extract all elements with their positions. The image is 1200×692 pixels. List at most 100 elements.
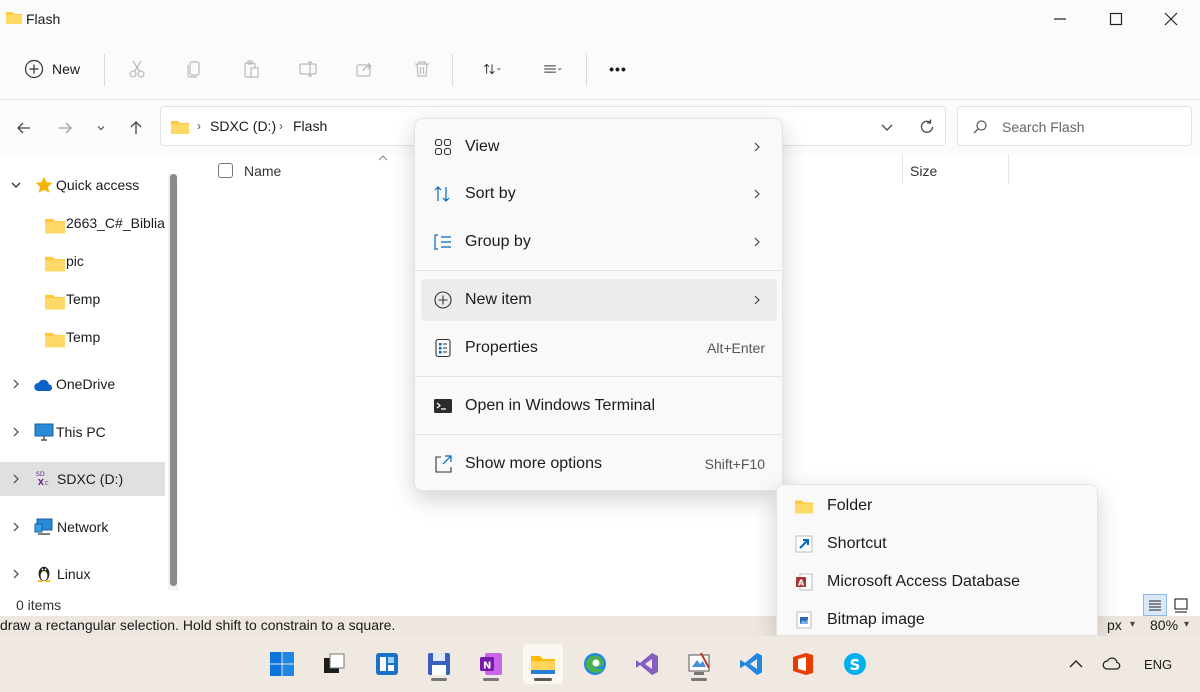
paste-button[interactable] — [234, 54, 268, 84]
vscode-icon — [740, 653, 762, 675]
nav-label: pic — [66, 253, 84, 269]
taskbar-paint[interactable] — [679, 644, 719, 684]
back-button[interactable] — [12, 116, 36, 140]
chevron-down-icon — [97, 126, 105, 131]
chevron-down-icon[interactable]: ▾ — [1130, 619, 1135, 630]
taskbar-onenote[interactable]: N — [471, 644, 511, 684]
copy-button[interactable] — [177, 54, 211, 84]
maximize-button[interactable] — [1088, 0, 1144, 38]
submenu-item-folder[interactable]: Folder — [783, 488, 1093, 524]
chevron-right-icon — [754, 189, 760, 199]
toolbar-divider — [586, 54, 587, 86]
up-button[interactable] — [124, 116, 148, 140]
nav-folder-pic[interactable]: pic — [0, 244, 165, 278]
taskbar-save-app[interactable] — [419, 644, 459, 684]
arrow-right-icon — [59, 122, 72, 134]
chevron-down-icon[interactable]: ▾ — [1184, 619, 1189, 630]
search-input[interactable] — [1002, 117, 1182, 137]
active-indicator — [534, 678, 552, 681]
menu-item-show-more-options[interactable]: Show more options Shift+F10 — [421, 443, 777, 485]
delete-button[interactable] — [405, 54, 439, 84]
cut-button[interactable] — [120, 54, 154, 84]
nav-sdxc[interactable]: SD X C SDXC (D:) — [0, 462, 165, 496]
menu-item-sort-by[interactable]: Sort by — [421, 173, 777, 215]
taskbar-office[interactable] — [783, 644, 823, 684]
select-all-checkbox[interactable] — [218, 163, 233, 178]
tiles-view-button[interactable] — [1169, 594, 1193, 616]
rename-icon — [299, 61, 317, 77]
see-more-button[interactable]: ••• — [601, 54, 635, 84]
search-box[interactable] — [957, 106, 1192, 146]
forward-button[interactable] — [53, 116, 77, 140]
tiles-view-icon — [1174, 598, 1188, 613]
details-view-button[interactable] — [1143, 594, 1167, 616]
menu-item-group-by[interactable]: Group by — [421, 221, 777, 263]
nav-folder-temp[interactable]: Temp — [0, 320, 165, 354]
column-size[interactable]: Size — [910, 163, 937, 179]
share-button[interactable] — [348, 54, 382, 84]
menu-item-new-item[interactable]: New item — [421, 279, 777, 321]
cloud-icon[interactable] — [1102, 654, 1122, 674]
chevron-right-icon — [13, 522, 19, 532]
shortcut-label: Alt+Enter — [707, 340, 765, 356]
column-divider[interactable] — [902, 154, 903, 184]
taskbar-edge[interactable] — [575, 644, 615, 684]
nav-label: Network — [57, 519, 109, 535]
scrollbar-thumb[interactable] — [170, 174, 177, 586]
taskbar-widgets[interactable] — [367, 644, 407, 684]
chevron-right-icon — [13, 427, 19, 437]
toolbar-divider — [452, 54, 453, 86]
recent-locations-button[interactable] — [89, 116, 113, 140]
menu-item-view[interactable]: View — [421, 126, 777, 168]
taskbar-start-button[interactable] — [262, 644, 302, 684]
chevron-down-icon[interactable] — [877, 117, 897, 137]
plus-circle-icon — [434, 291, 452, 309]
taskbar-task-view[interactable] — [314, 644, 354, 684]
menu-item-properties[interactable]: Properties Alt+Enter — [421, 327, 777, 369]
submenu-item-access-database[interactable]: A Microsoft Access Database — [783, 564, 1093, 600]
item-count: 0 items — [16, 597, 62, 613]
running-indicator — [691, 678, 707, 681]
minimize-button[interactable] — [1032, 0, 1088, 38]
network-icon — [34, 518, 53, 535]
layout-button[interactable] — [532, 54, 572, 84]
chevron-right-icon — [13, 474, 19, 484]
nav-linux[interactable]: Linux — [0, 557, 165, 591]
rename-button[interactable] — [291, 54, 325, 84]
svg-text:A: A — [798, 579, 805, 588]
nav-onedrive[interactable]: OneDrive — [0, 367, 165, 401]
access-icon: A — [796, 573, 813, 591]
close-button[interactable] — [1143, 0, 1199, 38]
menu-item-open-terminal[interactable]: Open in Windows Terminal — [421, 385, 777, 427]
new-button[interactable]: New — [18, 54, 86, 84]
task-view-icon — [324, 653, 345, 673]
nav-folder-biblia[interactable]: 2663_C#_Biblia — [0, 206, 165, 240]
chevron-right-icon — [754, 295, 760, 305]
taskbar-skype[interactable]: S — [835, 644, 875, 684]
nav-scrollbar[interactable] — [168, 174, 178, 590]
chevron-up-icon[interactable] — [1066, 654, 1086, 674]
language-indicator[interactable]: ENG — [1144, 657, 1172, 672]
taskbar-vscode[interactable] — [731, 644, 771, 684]
submenu-item-label: Folder — [827, 497, 873, 514]
breadcrumb-flash[interactable]: Flash — [293, 118, 327, 134]
plus-circle-icon — [24, 59, 44, 79]
submenu-item-bitmap-image[interactable]: Bitmap image — [783, 602, 1093, 635]
zoom-level[interactable]: 80% — [1150, 617, 1178, 633]
breadcrumb-sdxc[interactable]: SDXC (D:) — [210, 118, 276, 134]
unit-label[interactable]: px — [1107, 617, 1122, 633]
more-icon: ••• — [609, 61, 627, 77]
column-divider[interactable] — [1008, 154, 1009, 184]
nav-network[interactable]: Network — [0, 510, 165, 544]
submenu-item-shortcut[interactable]: Shortcut — [783, 526, 1093, 562]
nav-quick-access[interactable]: Quick access — [0, 168, 165, 202]
sort-button[interactable] — [472, 54, 512, 84]
nav-folder-temp[interactable]: Temp — [0, 282, 165, 316]
arrow-up-icon — [130, 121, 142, 134]
taskbar-visual-studio[interactable] — [627, 644, 667, 684]
refresh-icon[interactable] — [917, 117, 937, 137]
submenu-item-label: Bitmap image — [827, 611, 925, 628]
taskbar-file-explorer[interactable] — [523, 644, 563, 684]
nav-this-pc[interactable]: This PC — [0, 415, 165, 449]
column-name[interactable]: Name — [244, 163, 281, 179]
